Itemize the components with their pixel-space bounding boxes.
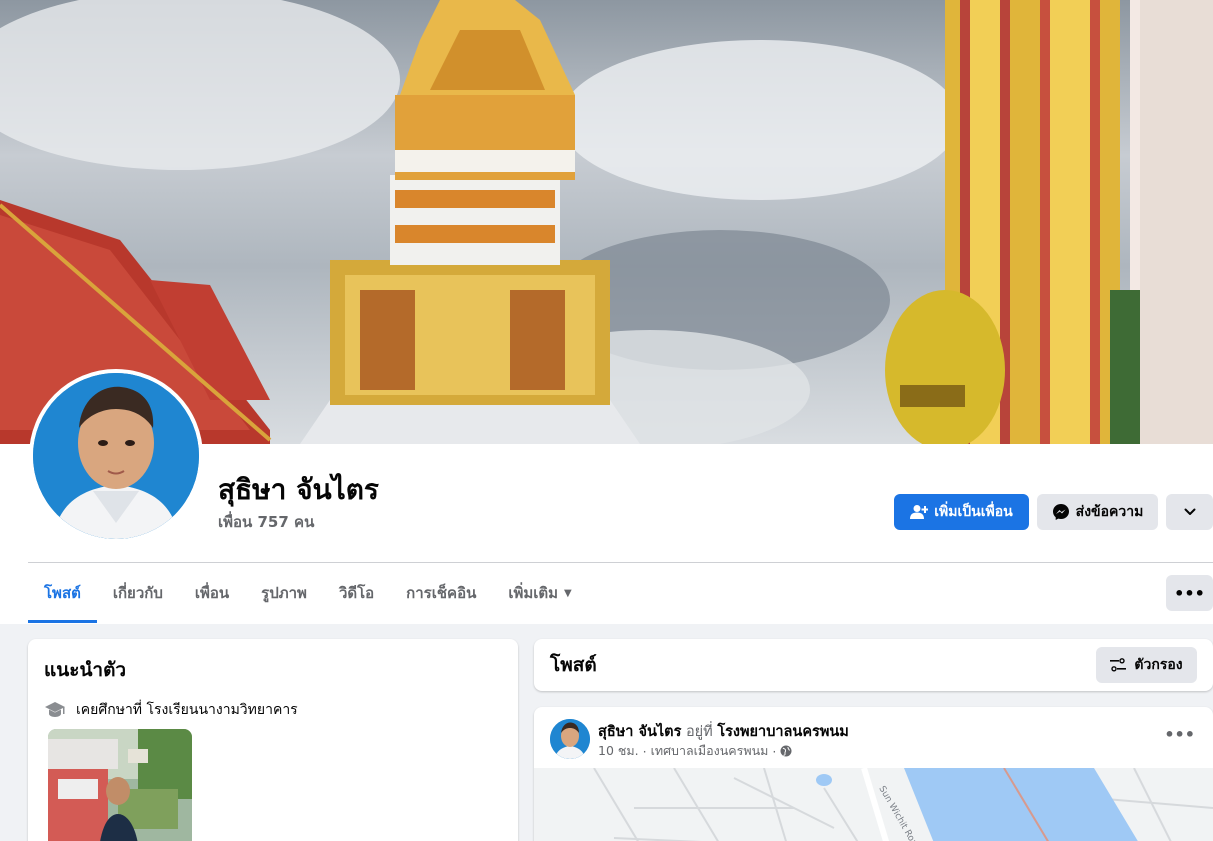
intro-featured-photo[interactable] xyxy=(48,729,192,841)
add-friend-label: เพิ่มเป็นเพื่อน xyxy=(934,504,1013,520)
filter-label: ตัวกรอง xyxy=(1134,657,1183,673)
tab-about[interactable]: เกี่ยวกับ xyxy=(97,563,179,623)
map-image: Sun Wichit Road xyxy=(534,767,1213,841)
add-friend-icon xyxy=(910,505,929,519)
posts-header-card: โพสต์ ตัวกรอง xyxy=(534,639,1213,691)
globe-icon xyxy=(780,745,792,757)
tab-label: โพสต์ xyxy=(44,584,81,602)
messenger-icon xyxy=(1052,504,1069,520)
tab-label: เกี่ยวกับ xyxy=(112,584,163,602)
tab-label: เพิ่มเติม xyxy=(508,584,559,602)
friends-count[interactable]: เพื่อน 757 คน xyxy=(218,510,314,534)
tab-checkins[interactable]: การเช็คอิน xyxy=(390,563,492,623)
tab-posts[interactable]: โพสต์ xyxy=(28,563,97,623)
meta-separator: · xyxy=(772,743,777,759)
more-dots-icon: ••• xyxy=(1164,725,1195,744)
intro-title: แนะนำตัว xyxy=(44,659,127,681)
cover-photo[interactable] xyxy=(0,0,1213,444)
tab-friends[interactable]: เพื่อน xyxy=(179,563,245,623)
tab-photos[interactable]: รูปภาพ xyxy=(245,563,323,623)
meta-separator: · xyxy=(642,743,647,759)
more-actions-button[interactable] xyxy=(1166,494,1213,530)
post-author-name[interactable]: สุธิษา จันไตร xyxy=(598,724,681,740)
education-row: เคยศึกษาที่ โรงเรียนนางามวิทยาคาร xyxy=(44,699,502,721)
tab-label: การเช็คอิน xyxy=(406,584,477,602)
chevron-down-icon xyxy=(1184,508,1195,515)
more-dots-icon: ••• xyxy=(1174,583,1205,603)
post-time[interactable]: 10 ชม. xyxy=(598,741,639,761)
post-options-button[interactable]: ••• xyxy=(1164,725,1195,744)
post-map[interactable]: Sun Wichit Road xyxy=(534,767,1213,841)
post-meta: 10 ชม. · เทศบาลเมืองนครพนม · xyxy=(598,741,792,761)
profile-avatar[interactable] xyxy=(29,369,203,543)
post-place-link[interactable]: โรงพยาบาลนครพนม xyxy=(717,724,849,740)
message-button[interactable]: ส่งข้อความ xyxy=(1037,494,1158,530)
post-card: สุธิษา จันไตร อยู่ที่ โรงพยาบาลนครพนม 10… xyxy=(534,707,1213,841)
post-at-text: อยู่ที่ xyxy=(685,724,713,740)
featured-photo-image xyxy=(48,729,192,841)
avatar-photo xyxy=(33,373,199,539)
post-avatar-photo xyxy=(550,719,590,759)
profile-name: สุธิษา จันไตร xyxy=(218,473,379,506)
filter-button[interactable]: ตัวกรอง xyxy=(1096,647,1197,683)
tab-label: วิดีโอ xyxy=(338,584,375,602)
filter-icon xyxy=(1110,658,1127,672)
tab-label: รูปภาพ xyxy=(261,584,307,602)
post-author-avatar[interactable] xyxy=(550,719,590,759)
caret-down-icon: ▼ xyxy=(564,587,572,599)
post-title: สุธิษา จันไตร อยู่ที่ โรงพยาบาลนครพนม xyxy=(598,720,849,743)
graduation-cap-icon xyxy=(45,702,65,717)
tab-more[interactable]: เพิ่มเติม ▼ xyxy=(492,563,587,623)
tab-label: เพื่อน xyxy=(194,584,230,602)
education-text[interactable]: เคยศึกษาที่ โรงเรียนนางามวิทยาคาร xyxy=(76,699,298,721)
post-location[interactable]: เทศบาลเมืองนครพนม xyxy=(651,741,769,761)
cover-illustration xyxy=(0,0,1213,444)
posts-title: โพสต์ xyxy=(550,654,597,676)
message-label: ส่งข้อความ xyxy=(1075,504,1144,520)
intro-card: แนะนำตัว เคยศึกษาที่ โรงเรียนนางามวิทยาค… xyxy=(28,639,518,841)
tabs-overflow-button[interactable]: ••• xyxy=(1166,575,1213,611)
add-friend-button[interactable]: เพิ่มเป็นเพื่อน xyxy=(894,494,1029,530)
tab-videos[interactable]: วิดีโอ xyxy=(323,563,390,623)
profile-tabs: โพสต์ เกี่ยวกับ เพื่อน รูปภาพ วิดีโอ การ… xyxy=(28,563,588,623)
